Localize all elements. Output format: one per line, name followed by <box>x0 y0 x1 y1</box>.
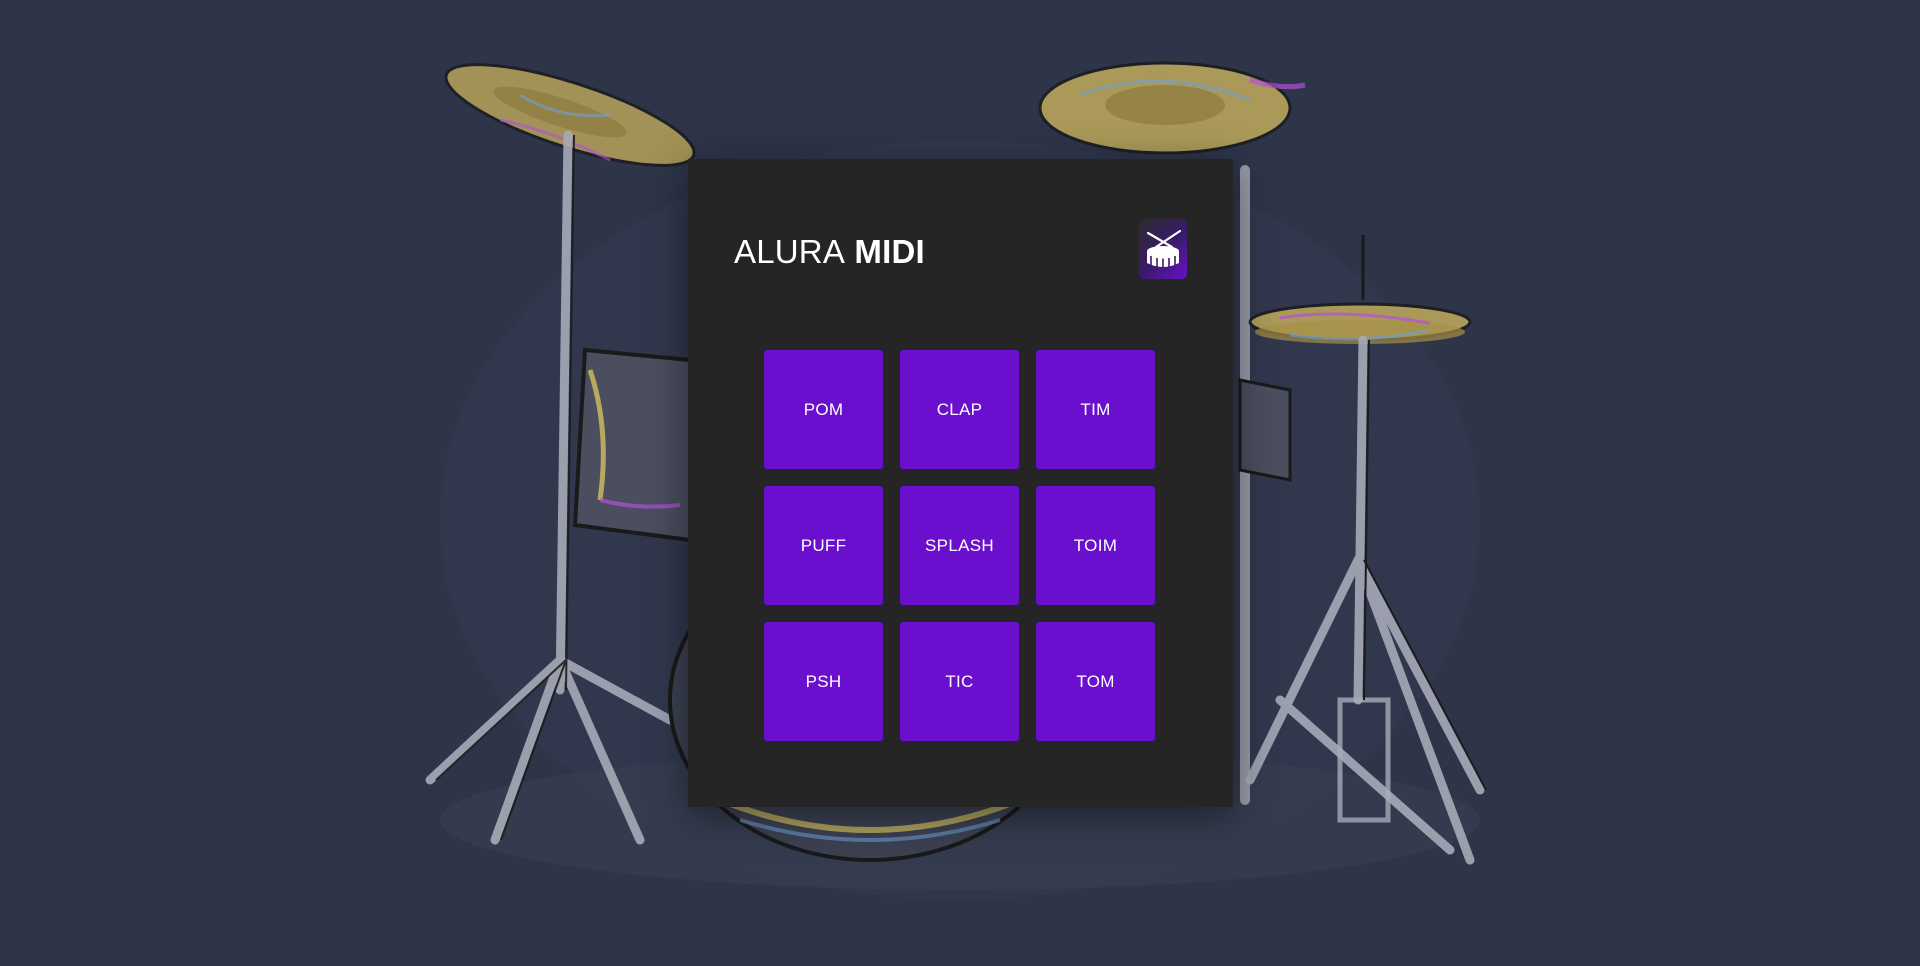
pad-clap-button[interactable]: CLAP <box>900 350 1019 469</box>
pad-puff-button[interactable]: PUFF <box>764 486 883 605</box>
pad-tic-button[interactable]: TIC <box>900 622 1019 741</box>
app-title: ALURA MIDI <box>734 233 925 271</box>
app-title-light: ALURA <box>734 233 846 270</box>
panel-header: ALURA MIDI <box>734 219 1187 283</box>
pad-toim-button[interactable]: TOIM <box>1036 486 1155 605</box>
app-title-bold: MIDI <box>854 233 925 270</box>
drum-pad-grid: POM CLAP TIM PUFF SPLASH TOIM PSH TIC TO… <box>764 350 1156 742</box>
midi-panel: ALURA MIDI POM CLAP TIM PUFF SPLASH TOIM… <box>688 159 1233 807</box>
pad-pom-button[interactable]: POM <box>764 350 883 469</box>
pad-tom-button[interactable]: TOM <box>1036 622 1155 741</box>
pad-psh-button[interactable]: PSH <box>764 622 883 741</box>
pad-tim-button[interactable]: TIM <box>1036 350 1155 469</box>
left-tom-icon <box>572 347 692 543</box>
right-cymbal-icon <box>1038 61 1306 155</box>
logo-badge <box>1139 219 1187 279</box>
pad-splash-button[interactable]: SPLASH <box>900 486 1019 605</box>
drum-icon <box>1146 229 1182 268</box>
